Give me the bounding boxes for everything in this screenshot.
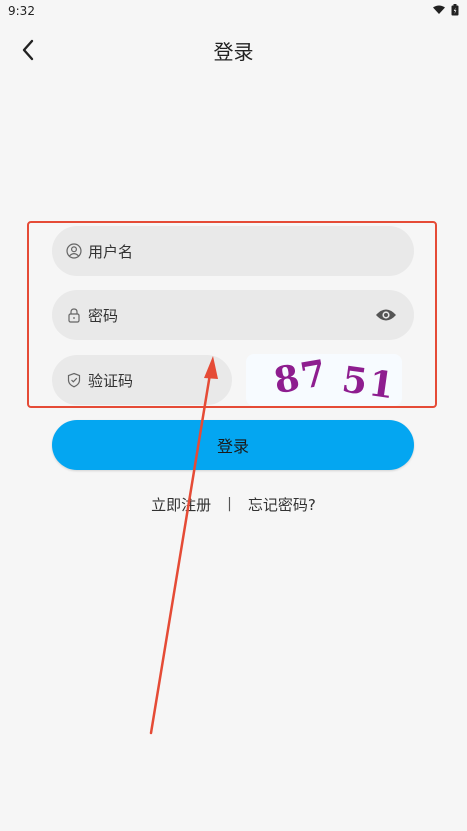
nav-bar: 登录 — [0, 26, 467, 74]
auth-links: 立即注册 | 忘记密码? — [0, 492, 467, 516]
battery-icon — [451, 3, 459, 19]
status-bar: 9:32 — [0, 0, 467, 22]
captcha-text-2: 51 — [339, 358, 399, 406]
username-input[interactable]: 用户名 — [52, 226, 414, 276]
page-title: 登录 — [213, 40, 254, 64]
login-screen: 9:32 登录 用户名 密码 验证码 87 51 登录 立即注册 | 忘记密码? — [0, 0, 467, 831]
captcha-image[interactable]: 87 51 — [246, 354, 402, 406]
links-separator: | — [227, 496, 232, 512]
forgot-password-link[interactable]: 忘记密码? — [248, 494, 316, 515]
status-icons — [433, 3, 459, 19]
captcha-placeholder: 验证码 — [88, 371, 134, 390]
captcha-text-1: 87 — [270, 354, 332, 403]
captcha-characters: 87 51 — [246, 354, 402, 406]
annotation-arrow — [149, 356, 218, 735]
username-placeholder: 用户名 — [88, 242, 134, 261]
lock-icon — [66, 307, 82, 323]
login-button[interactable]: 登录 — [52, 420, 414, 470]
password-visibility-toggle[interactable] — [374, 304, 398, 326]
user-icon — [66, 243, 82, 259]
captcha-input[interactable]: 验证码 — [52, 355, 232, 405]
password-placeholder: 密码 — [88, 306, 119, 325]
eye-icon — [376, 309, 396, 321]
wifi-icon — [433, 4, 445, 18]
password-input[interactable]: 密码 — [52, 290, 414, 340]
register-link[interactable]: 立即注册 — [151, 494, 211, 515]
status-time: 9:32 — [8, 4, 35, 18]
shield-icon — [66, 372, 82, 388]
